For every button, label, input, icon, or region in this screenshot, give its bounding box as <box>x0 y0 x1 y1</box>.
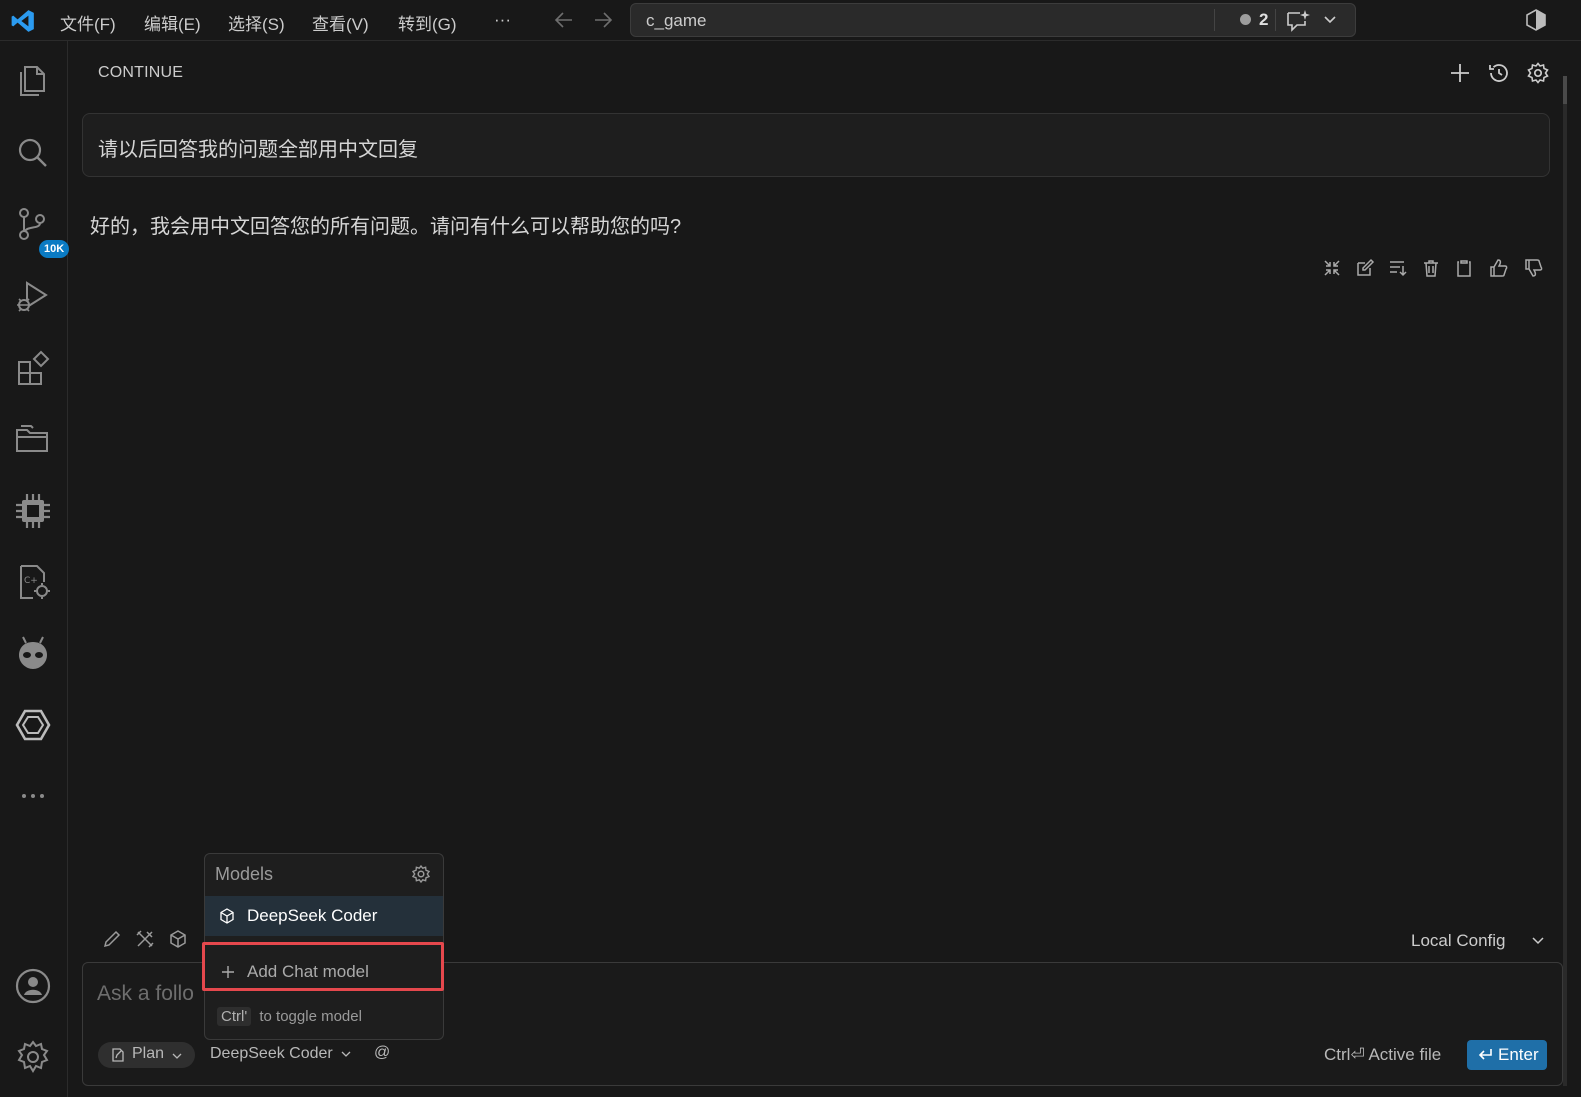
enter-label: Enter <box>1498 1045 1539 1064</box>
source-control-badge: 10K <box>39 240 70 258</box>
scrollbar-thumb[interactable] <box>1563 76 1567 104</box>
model-selector[interactable]: DeepSeek Coder <box>210 1045 351 1063</box>
local-config-dropdown[interactable]: Local Config <box>1411 931 1544 951</box>
models-popup-title: Models <box>215 864 274 884</box>
status-dot-icon <box>1240 14 1251 25</box>
menu-view[interactable]: 查看(V) <box>312 10 369 35</box>
more-icon[interactable] <box>13 776 53 816</box>
menu-file[interactable]: 文件(F) <box>60 10 116 35</box>
source-control-icon[interactable]: 10K <box>13 204 70 258</box>
assistant-reply: 好的，我会用中文回答您的所有问题。请问有什么可以帮助您的吗? <box>90 216 682 238</box>
thumbs-up-icon[interactable] <box>1489 258 1509 278</box>
menu-go[interactable]: 转到(G) <box>398 10 457 35</box>
model-option[interactable]: DeepSeek Coder <box>205 896 443 936</box>
svg-text:C+: C+ <box>24 576 38 586</box>
enter-icon <box>1478 1049 1492 1060</box>
edit-icon[interactable] <box>1355 258 1375 278</box>
divider <box>1275 9 1276 31</box>
menu-more[interactable]: ··· <box>494 10 511 30</box>
chat-input-placeholder: Ask a follo <box>97 982 194 1005</box>
trash-icon[interactable] <box>1421 258 1441 278</box>
toggle-model-hint: Ctrl' to toggle model <box>217 1007 362 1026</box>
collapse-icon[interactable] <box>1322 258 1342 278</box>
back-arrow-icon[interactable] <box>553 10 575 30</box>
enter-button[interactable]: Enter <box>1467 1040 1547 1070</box>
model-option-label: DeepSeek Coder <box>247 906 378 925</box>
explorer-icon[interactable] <box>13 61 53 101</box>
clipboard-icon[interactable] <box>1454 258 1474 278</box>
models-settings-gear-icon[interactable] <box>411 864 431 884</box>
shortcut-text: to toggle model <box>259 1008 362 1025</box>
user-message[interactable]: 请以后回答我的问题全部用中文回复 <box>82 113 1550 177</box>
active-file-hint[interactable]: Ctrl⏎ Active file <box>1324 1045 1441 1065</box>
cpp-settings-icon[interactable]: C+ <box>13 562 53 602</box>
title-bar: 文件(F) 编辑(E) 选择(S) 查看(V) 转到(G) ··· c_game… <box>0 0 1581 41</box>
shortcut-key: Ctrl' <box>217 1007 252 1026</box>
forward-arrow-icon[interactable] <box>592 10 614 30</box>
vscode-logo-icon <box>10 8 36 34</box>
panel-title: CONTINUE <box>98 64 184 81</box>
plan-icon <box>112 1048 124 1062</box>
menu-selection[interactable]: 选择(S) <box>228 10 285 35</box>
folder-manager-icon[interactable] <box>13 420 53 460</box>
panel-scrollbar[interactable] <box>1563 76 1567 1086</box>
divider <box>1214 9 1215 31</box>
chat-sparkle-icon[interactable] <box>1285 9 1311 33</box>
workspace-name: c_game <box>646 11 707 30</box>
copilot-icon[interactable] <box>1524 8 1548 32</box>
mode-selector[interactable]: Plan <box>98 1042 195 1068</box>
command-center-search[interactable]: c_game 2 <box>630 3 1356 37</box>
pencil-icon[interactable] <box>102 929 122 949</box>
mention-at-button[interactable]: @ <box>374 1044 390 1062</box>
run-debug-icon[interactable] <box>13 277 53 317</box>
thumbs-down-icon[interactable] <box>1524 258 1544 278</box>
model-selector-label: DeepSeek Coder <box>210 1045 333 1062</box>
history-icon[interactable] <box>1487 61 1511 85</box>
new-chat-plus-icon[interactable] <box>1448 61 1472 85</box>
platformio-icon[interactable] <box>13 634 53 674</box>
chip-icon[interactable] <box>13 491 53 531</box>
chevron-down-icon <box>341 1051 351 1057</box>
continue-icon[interactable] <box>13 705 53 745</box>
local-config-label: Local Config <box>1411 931 1506 950</box>
tools-icon[interactable] <box>135 929 155 949</box>
chevron-down-icon <box>172 1053 182 1059</box>
account-icon[interactable] <box>13 966 53 1006</box>
cube-icon <box>220 908 234 924</box>
settings-gear-icon[interactable] <box>1526 61 1550 85</box>
chevron-down-icon[interactable] <box>1323 13 1337 27</box>
problem-count: 2 <box>1259 10 1269 29</box>
mode-label: Plan <box>132 1045 165 1062</box>
manage-gear-icon[interactable] <box>13 1037 53 1077</box>
extensions-icon[interactable] <box>13 348 53 388</box>
activity-bar: 10K C+ <box>0 41 70 1097</box>
highlight-box <box>202 942 444 991</box>
insert-lines-icon[interactable] <box>1388 258 1408 278</box>
chevron-down-icon <box>1532 937 1544 945</box>
menu-edit[interactable]: 编辑(E) <box>144 10 201 35</box>
user-message-text: 请以后回答我的问题全部用中文回复 <box>98 139 418 161</box>
search-icon[interactable] <box>13 133 53 173</box>
cube-icon[interactable] <box>168 929 188 949</box>
